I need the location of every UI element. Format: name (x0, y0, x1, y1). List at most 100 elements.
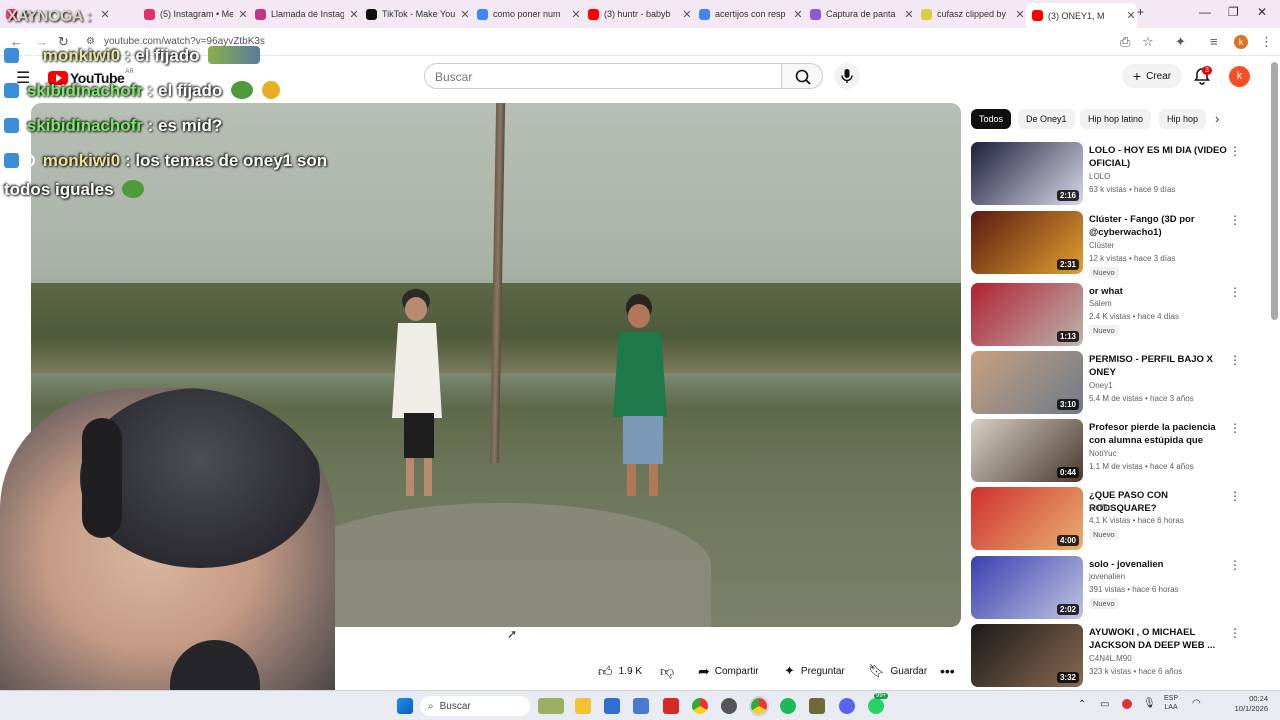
recommended-video[interactable]: 1:13 or what Sälem 2.4 K vistas • hace 4 dí… (971, 283, 1261, 347)
search-button[interactable] (781, 63, 823, 89)
video-title[interactable]: PERMISO - PERFIL BAJO X ONEY (1089, 353, 1229, 379)
tab-close-icon[interactable]: ✕ (792, 8, 804, 21)
video-title[interactable]: Profesor pierde la paciencia con alumna … (1089, 421, 1229, 447)
more-options-icon[interactable]: ⋮ (1229, 626, 1241, 640)
video-thumbnail[interactable]: 2:02 (971, 556, 1083, 619)
wps-icon[interactable] (663, 698, 679, 714)
video-title[interactable]: AYUWOKI , O MICHAEL JACKSON DA DEEP WEB … (1089, 626, 1229, 652)
tab-close-icon[interactable]: ✕ (99, 8, 111, 21)
channel-name[interactable]: Sälem (1089, 299, 1112, 308)
system-clock[interactable]: 00:24 10/1/2026 (1210, 694, 1268, 714)
channel-name[interactable]: NotiYuc (1089, 449, 1117, 458)
more-options-icon[interactable]: ⋮ (1229, 353, 1241, 367)
like-button[interactable]: 👍︎ 1.9 K (598, 660, 656, 682)
extensions-icon[interactable]: ✦ (1175, 34, 1186, 50)
tray-chevron-icon[interactable]: ⌃ (1078, 699, 1086, 710)
browser-tab[interactable]: (3) ONEY1, M ✕ (1026, 3, 1137, 28)
browser-tab[interactable]: cufasz clipped by ✕ (915, 4, 1026, 24)
tab-close-icon[interactable]: ✕ (1125, 9, 1137, 22)
game-app-icon[interactable] (809, 698, 825, 714)
steam-icon[interactable] (721, 698, 737, 714)
maximize-icon[interactable]: ❐ (1228, 5, 1239, 19)
chevron-right-icon[interactable]: › (1215, 111, 1219, 126)
voice-search-button[interactable] (834, 63, 860, 89)
filter-chip[interactable]: Todos (971, 109, 1012, 129)
bookmark-star-icon[interactable]: ☆ (1142, 34, 1154, 50)
more-options-icon[interactable]: ⋮ (1229, 213, 1241, 227)
keyboard-language[interactable]: ESP LAA (1164, 694, 1178, 712)
more-options-icon[interactable]: ⋮ (1229, 489, 1241, 503)
video-thumbnail[interactable]: 2:31 (971, 211, 1083, 274)
tab-search-icon[interactable]: ≡ (1210, 34, 1218, 49)
tray-record-icon[interactable] (1122, 699, 1132, 709)
taskbar-search[interactable]: ⌕ Buscar (420, 696, 530, 716)
create-button[interactable]: + Crear (1122, 64, 1182, 88)
account-avatar[interactable]: k (1229, 66, 1250, 87)
video-thumbnail[interactable]: 4:00 (971, 487, 1083, 550)
widgets-icon[interactable] (538, 698, 564, 714)
tray-app-icon[interactable]: ▭ (1100, 699, 1109, 710)
tab-close-icon[interactable]: ✕ (570, 8, 582, 21)
video-thumbnail[interactable]: 1:13 (971, 283, 1083, 346)
channel-name[interactable]: C4N4L.M90 (1089, 654, 1132, 663)
filter-chip[interactable]: Hip hop latino (1080, 109, 1152, 129)
spotify-icon[interactable] (780, 698, 796, 714)
profile-avatar[interactable]: k (1234, 35, 1248, 49)
browser-tab[interactable]: acertijos con resp ✕ (693, 4, 804, 24)
ask-button[interactable]: ✦ Preguntar (784, 660, 845, 682)
more-options-icon[interactable]: ⋮ (1229, 421, 1241, 435)
recommended-video[interactable]: 2:02 solo - jovenalien jovenalien 391 vista… (971, 556, 1261, 620)
whatsapp-icon[interactable] (868, 698, 884, 714)
more-actions-icon[interactable]: ••• (940, 660, 955, 682)
start-menu-icon[interactable] (397, 698, 413, 714)
browser-menu-icon[interactable]: ⋮ (1260, 34, 1273, 50)
recommended-video[interactable]: 0:44 Profesor pierde la paciencia con alu… (971, 419, 1261, 483)
chrome-active-icon[interactable] (749, 696, 769, 716)
browser-tab[interactable]: TikTok - Make You ✕ (360, 4, 471, 24)
page-scrollbar[interactable] (1271, 62, 1278, 320)
video-title[interactable]: or what (1089, 285, 1229, 298)
filter-chip[interactable]: Hip hop (1159, 109, 1207, 129)
recommended-video[interactable]: 2:31 Clúster - Fango (3D por @cyberwacho1… (971, 211, 1261, 278)
minimize-icon[interactable]: — (1199, 5, 1211, 19)
file-explorer-icon[interactable] (575, 698, 591, 714)
more-options-icon[interactable]: ⋮ (1229, 558, 1241, 572)
video-thumbnail[interactable]: 2:16 (971, 142, 1083, 205)
store-icon[interactable] (633, 698, 649, 714)
tab-close-icon[interactable]: ✕ (1014, 8, 1026, 21)
browser-tab[interactable]: Captura de panta ✕ (804, 4, 915, 24)
tray-mic-icon[interactable]: 🎙︎ (1143, 698, 1156, 709)
video-thumbnail[interactable]: 3:10 (971, 351, 1083, 414)
tab-close-icon[interactable]: ✕ (903, 8, 915, 21)
channel-name[interactable]: Oney1 (1089, 381, 1113, 390)
video-title[interactable]: solo - jovenalien (1089, 558, 1229, 571)
recommended-video[interactable]: 4:00 ¿QUE PASO CON RODSQUARE? Griffito 4.1 … (971, 487, 1261, 551)
video-thumbnail[interactable]: 0:44 (971, 419, 1083, 482)
tab-close-icon[interactable]: ✕ (681, 8, 693, 21)
channel-name[interactable]: Clúster (1089, 241, 1114, 250)
discord-icon[interactable] (839, 698, 855, 714)
copilot-icon[interactable] (604, 698, 620, 714)
video-title[interactable]: LOLO - HOY ES MI DIA (VIDEO OFICIAL) (1089, 144, 1229, 170)
browser-tab[interactable]: Llamada de Instag ✕ (249, 4, 360, 24)
browser-tab[interactable]: como poner num ✕ (471, 4, 582, 24)
channel-name[interactable]: jovenalien (1089, 572, 1125, 581)
recommended-video[interactable]: 2:16 LOLO - HOY ES MI DIA (VIDEO OFICIAL)… (971, 142, 1261, 206)
save-button[interactable]: 🔖︎ Guardar (868, 660, 927, 682)
chrome-icon[interactable] (692, 698, 708, 714)
recommended-video[interactable]: 3:32 AYUWOKI , O MICHAEL JACKSON DA DEEP … (971, 624, 1261, 688)
new-tab-icon[interactable]: + (1137, 5, 1144, 19)
video-title[interactable]: Clúster - Fango (3D por @cyberwacho1) (1089, 213, 1229, 239)
tab-close-icon[interactable]: ✕ (348, 8, 360, 21)
wifi-icon[interactable]: ◠ (1192, 698, 1201, 709)
more-options-icon[interactable]: ⋮ (1229, 144, 1241, 158)
browser-tab[interactable]: (5) Instagram • Me ✕ (138, 4, 249, 24)
dislike-button[interactable]: 👎︎ (660, 660, 680, 682)
tab-close-icon[interactable]: ✕ (459, 8, 471, 21)
filter-chip[interactable]: De Oney1 (1018, 109, 1075, 129)
tab-close-icon[interactable]: ✕ (237, 8, 249, 21)
channel-name[interactable]: Griffito (1089, 503, 1112, 512)
browser-tab[interactable]: (3) huntr - babyb ✕ (582, 4, 693, 24)
install-app-icon[interactable]: ⎙ (1120, 34, 1130, 50)
channel-name[interactable]: LOLO (1089, 172, 1110, 181)
